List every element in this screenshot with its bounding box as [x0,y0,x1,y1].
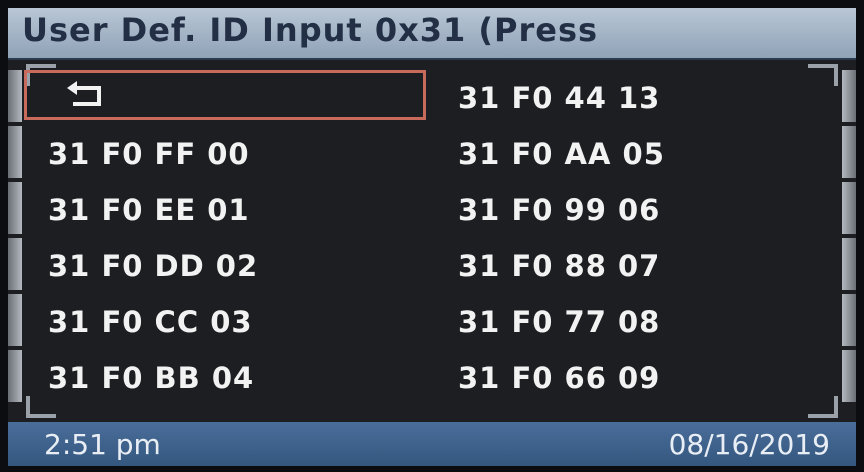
frame-corner [808,64,838,86]
menu-item[interactable]: 31 F0 DD 02 [48,241,258,291]
menu-item[interactable]: 31 F0 BB 04 [48,353,254,403]
frame-corner [808,396,838,418]
side-tab [842,350,856,402]
menu-item[interactable]: 31 F0 99 06 [458,185,660,235]
menu-item[interactable]: 31 F0 CC 03 [48,297,253,347]
menu-item[interactable]: 31 F0 EE 01 [48,185,250,235]
side-tab [842,182,856,234]
side-tab [842,126,856,178]
title-bar: User Def. ID Input 0x31 (Press [8,8,856,60]
back-arrow-icon [67,81,101,106]
menu-item[interactable]: 31 F0 FF 00 [48,129,250,179]
side-tab [842,238,856,290]
menu-item[interactable]: 31 F0 44 13 [458,73,660,123]
side-tab [8,182,22,234]
menu-item[interactable]: 31 F0 66 09 [458,353,660,403]
menu-item[interactable]: 31 F0 77 08 [458,297,660,347]
side-tab [842,294,856,346]
status-bar: 2:51 pm 08/16/2019 [8,422,856,466]
side-tab [8,294,22,346]
side-tab [8,70,22,122]
menu-item[interactable]: 31 F0 AA 05 [458,129,665,179]
side-tab [8,238,22,290]
side-tab [842,70,856,122]
side-tab [8,350,22,402]
date: 08/16/2019 [668,428,830,461]
menu-item[interactable]: 31 F0 88 07 [458,241,660,291]
display-screen: User Def. ID Input 0x31 (Press 31 F0 FF … [8,8,856,466]
page-title: User Def. ID Input 0x31 (Press [22,11,599,49]
back-menu-item[interactable] [24,70,426,120]
side-tab [8,126,22,178]
clock: 2:51 pm [44,428,161,461]
